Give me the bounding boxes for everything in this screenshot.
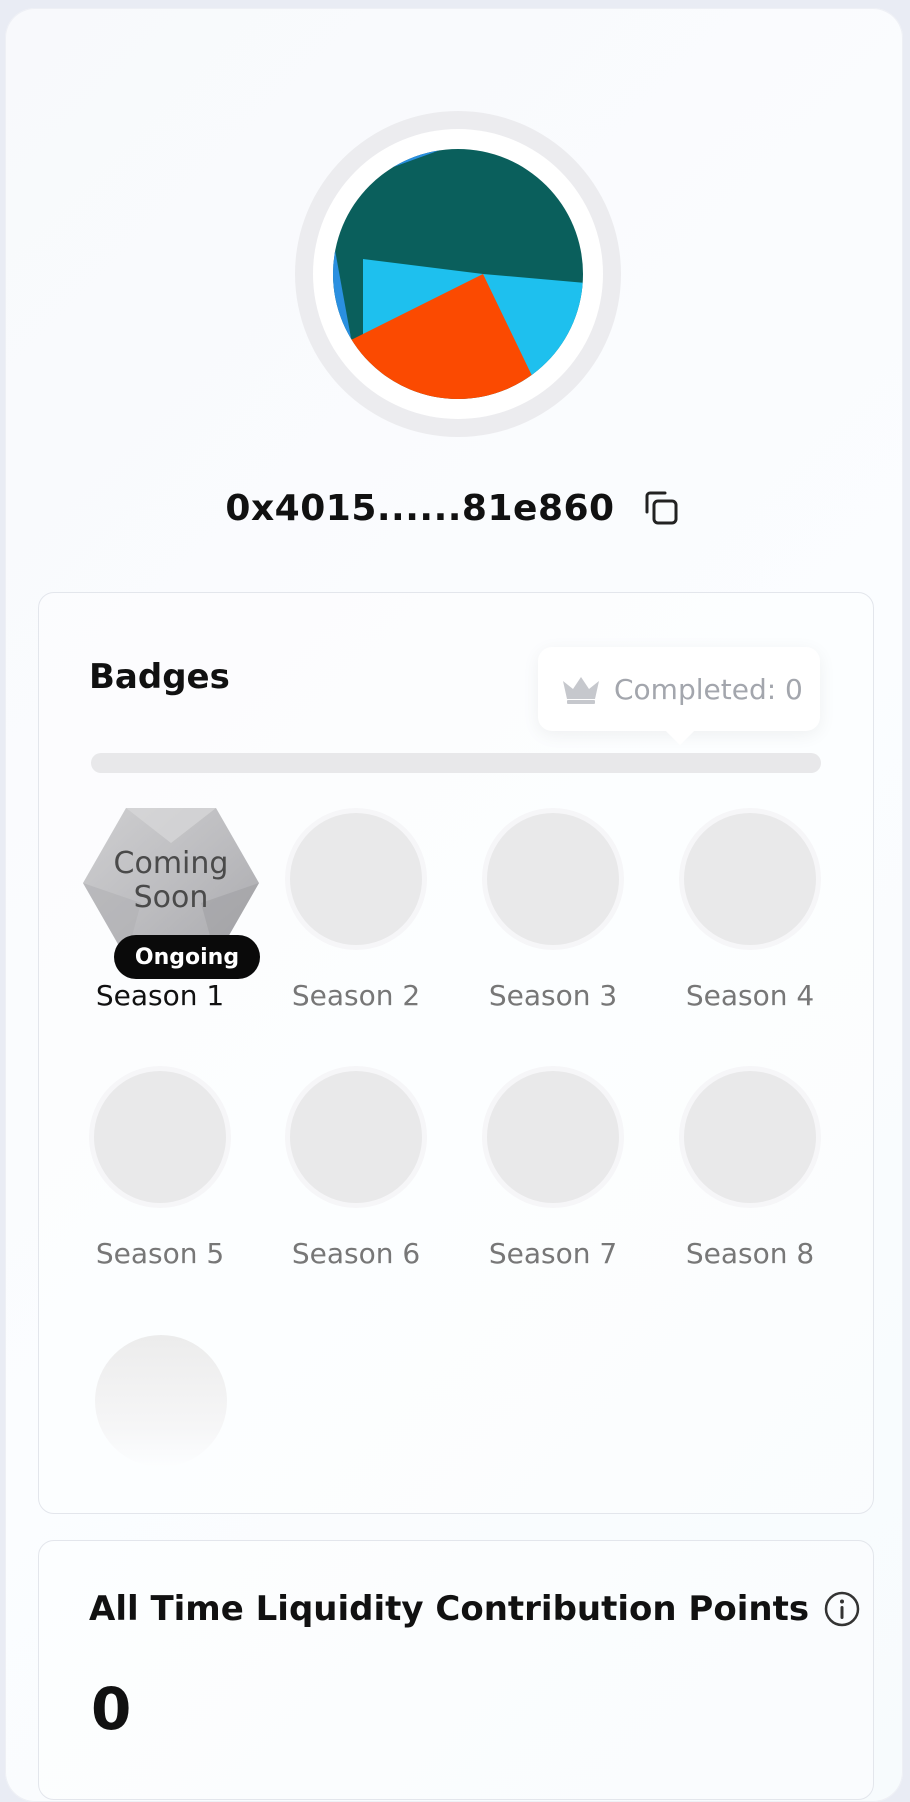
badge-season-2[interactable]: Season 2 [265,813,445,1033]
avatar-image [333,149,583,399]
badge-season-3[interactable]: Season 3 [462,813,642,1033]
badges-title: Badges [89,657,230,697]
address-row: 0x4015......81e860 [5,478,903,538]
badge-placeholder [684,813,816,945]
completed-tooltip: Completed: 0 [538,647,820,731]
badge-placeholder [684,1071,816,1203]
points-title: All Time Liquidity Contribution Points [89,1589,810,1629]
points-panel: All Time Liquidity Contribution Points 0 [38,1540,874,1800]
badge-season-6[interactable]: Season 6 [265,1071,445,1291]
badges-panel: Badges Completed: 0 Coming Soon Ongoing … [38,592,874,1514]
badge-season-1[interactable]: Coming Soon Ongoing Season 1 [69,808,260,1033]
badge-label: Season 1 [95,979,225,1012]
points-value: 0 [91,1675,132,1743]
badge-placeholder [487,813,619,945]
avatar-ring [295,111,621,437]
completed-count: Completed: 0 [614,672,803,706]
badge-label: Season 6 [291,1237,421,1270]
avatar [333,149,583,399]
badge-season-7[interactable]: Season 7 [462,1071,642,1291]
badge-label: Season 7 [488,1237,618,1270]
badge-placeholder [290,813,422,945]
wallet-address: 0x4015......81e860 [225,487,615,529]
badge-label: Season 8 [685,1237,815,1270]
badge-season-8[interactable]: Season 8 [659,1071,839,1291]
badge-season-5[interactable]: Season 5 [69,1071,249,1291]
badge-placeholder [487,1071,619,1203]
profile-card: 0x4015......81e860 Badges Completed: 0 C… [5,8,903,1802]
badge-label: Season 3 [488,979,618,1012]
ongoing-status-badge: Ongoing [114,935,260,979]
badge-label: Season 2 [291,979,421,1012]
badge-label: Season 5 [95,1237,225,1270]
copy-icon[interactable] [639,486,683,530]
badges-progress-bar [91,753,821,773]
coming-soon-text: Coming Soon [113,846,229,915]
info-icon[interactable] [823,1590,861,1628]
badge-placeholder-faded [95,1335,227,1467]
badge-season-4[interactable]: Season 4 [659,813,839,1033]
badge-placeholder [94,1071,226,1203]
badge-placeholder [290,1071,422,1203]
badge-label: Season 4 [685,979,815,1012]
crown-icon [563,677,599,704]
